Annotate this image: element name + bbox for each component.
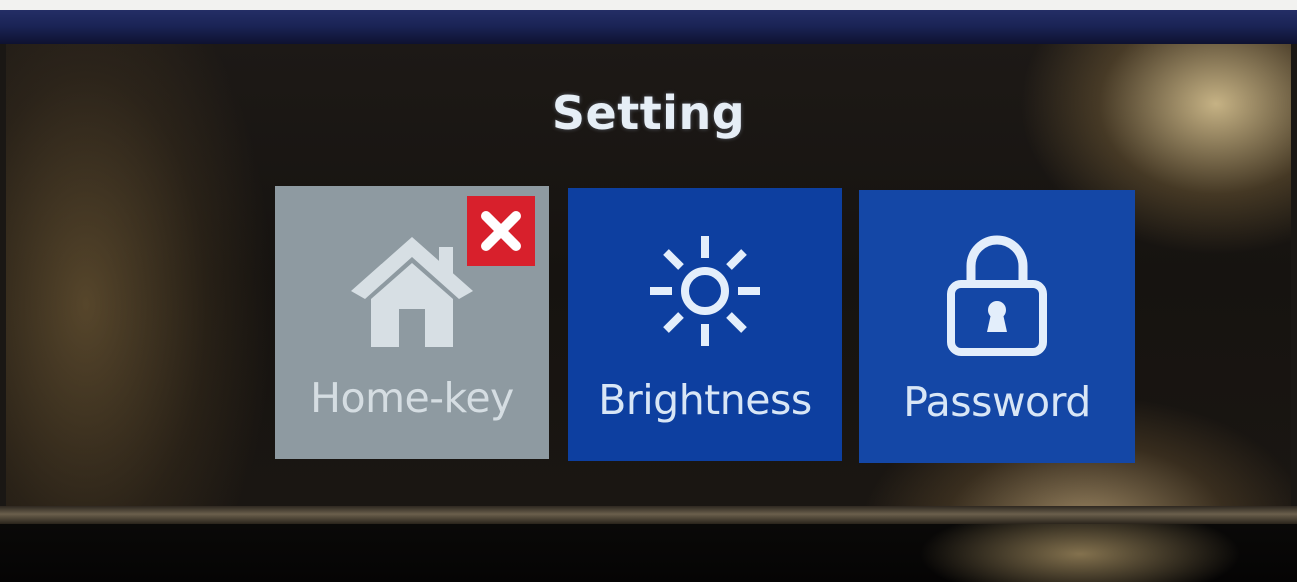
bezel-bottom [0, 506, 1297, 524]
sun-icon [568, 216, 842, 366]
tile-label-brightness: Brightness [598, 376, 812, 424]
top-strip [0, 0, 1297, 10]
tile-home-key[interactable]: Home-key [275, 186, 549, 459]
close-icon [467, 196, 535, 266]
lock-icon [859, 218, 1135, 368]
tile-brightness[interactable]: Brightness [568, 188, 842, 461]
tile-password[interactable]: Password [859, 190, 1135, 463]
device-photo: Setting Home-key Brightness Password [0, 0, 1297, 582]
device-base [0, 524, 1297, 582]
tile-label-password: Password [903, 378, 1091, 426]
tile-label-home-key: Home-key [310, 374, 514, 422]
page-title: Setting [551, 86, 746, 140]
